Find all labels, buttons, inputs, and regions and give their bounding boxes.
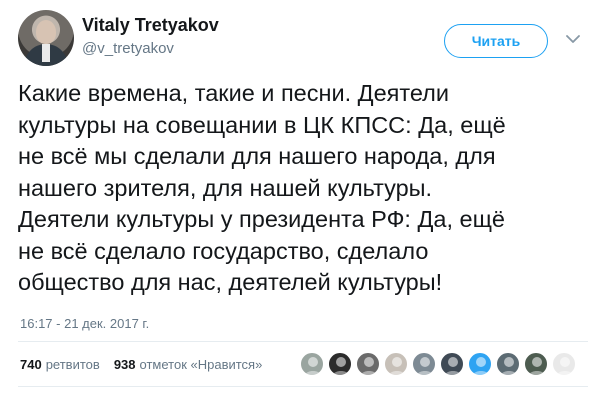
chevron-down-icon[interactable] <box>562 28 584 50</box>
user-avatar-icon[interactable] <box>356 352 380 376</box>
follow-button[interactable]: Читать <box>444 24 548 58</box>
user-avatar-icon[interactable] <box>328 352 352 376</box>
divider <box>18 386 588 387</box>
retweets-label[interactable]: ретвитов <box>46 357 100 372</box>
tweet-text: Какие времена, такие и песни. Деятели ку… <box>18 80 506 295</box>
liker-avatars <box>300 350 580 378</box>
avatar-shirt <box>42 44 50 62</box>
tweet-timestamp[interactable]: 16:17 - 21 дек. 2017 г. <box>20 316 149 331</box>
avatar-face <box>36 20 56 44</box>
user-avatar-icon[interactable] <box>552 352 576 376</box>
likes-label[interactable]: отметок «Нравится» <box>140 357 263 372</box>
divider <box>18 341 588 342</box>
user-avatar-icon[interactable] <box>496 352 520 376</box>
author-handle[interactable]: @v_tretyakov <box>82 39 219 59</box>
user-avatar-icon[interactable] <box>384 352 408 376</box>
user-avatar-icon[interactable] <box>524 352 548 376</box>
author-avatar[interactable] <box>18 10 74 66</box>
user-avatar-icon[interactable] <box>440 352 464 376</box>
user-avatar-icon[interactable] <box>468 352 492 376</box>
author-names: Vitaly Tretyakov @v_tretyakov <box>82 14 219 59</box>
user-avatar-icon[interactable] <box>300 352 324 376</box>
default-egg-avatar-icon[interactable] <box>412 352 436 376</box>
tweet-header: Vitaly Tretyakov @v_tretyakov Читать <box>14 8 594 66</box>
author-display-name[interactable]: Vitaly Tretyakov <box>82 14 219 36</box>
tweet-stats: 740 ретвитов 938 отметок «Нравится» <box>20 352 262 376</box>
likes-count[interactable]: 938 <box>114 357 136 372</box>
retweets-count[interactable]: 740 <box>20 357 42 372</box>
